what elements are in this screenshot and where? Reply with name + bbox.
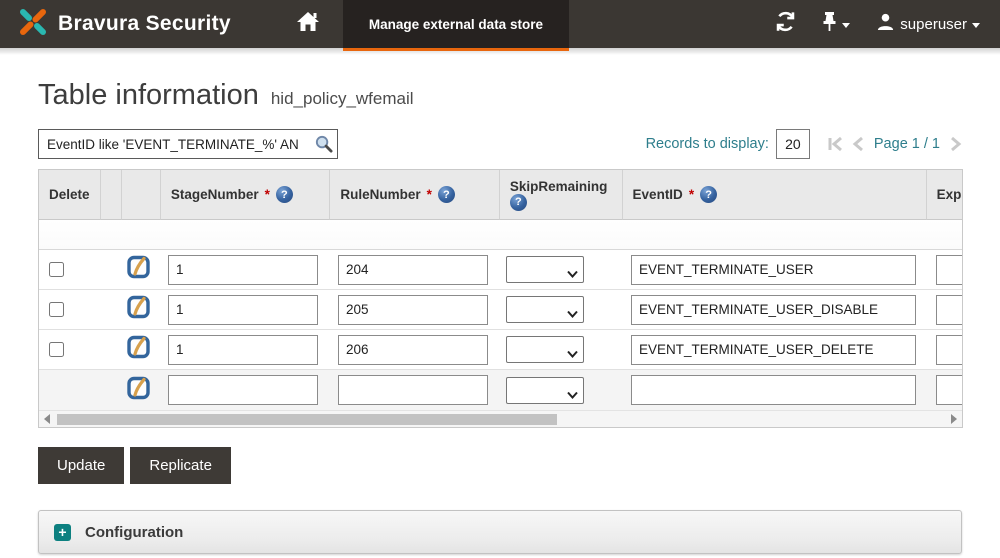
required-marker: * [426,187,432,202]
help-icon[interactable]: ? [700,186,718,203]
header-expr: Expr [926,170,962,220]
brand-name: Bravura Security [58,12,231,35]
rulenumber-input[interactable] [338,294,488,325]
scrollbar-track[interactable] [55,411,946,428]
stagenumber-input[interactable] [168,294,318,325]
header-edit [121,170,161,220]
refresh-icon [775,11,796,37]
delete-checkbox[interactable] [49,342,64,357]
skipremaining-select[interactable] [506,336,584,363]
brand[interactable]: Bravura Security [0,0,231,48]
header-delete: Delete [39,170,101,220]
stagenumber-input[interactable] [168,254,318,285]
configuration-section-header[interactable]: + Configuration [38,510,962,554]
stagenumber-input[interactable] [168,375,318,405]
table-row [39,290,962,330]
help-icon[interactable]: ? [437,186,455,203]
bravura-logo-icon [16,5,50,44]
delete-checkbox[interactable] [49,302,64,317]
header-rulenumber: RuleNumber * ? [330,170,500,220]
chevron-down-icon [972,22,980,28]
username-label: superuser [900,15,967,33]
configuration-label: Configuration [85,523,184,541]
page-title: Table information [38,79,259,111]
table-row [39,330,962,370]
edit-row-icon[interactable] [126,335,151,364]
prev-page-icon[interactable] [852,136,864,152]
help-icon[interactable]: ? [509,193,527,211]
pin-menu[interactable] [822,11,851,37]
required-marker: * [264,187,270,202]
expand-plus-icon[interactable]: + [54,523,71,541]
header-spacer [100,170,122,220]
help-icon[interactable]: ? [275,186,293,203]
expr-input[interactable] [936,375,962,405]
home-tab[interactable] [273,0,343,48]
replicate-button[interactable]: Replicate [130,447,231,484]
user-menu[interactable]: superuser [876,12,980,36]
skipremaining-select[interactable] [506,296,584,323]
home-icon [296,11,320,37]
data-table: Delete StageNumber * ? RuleNumber * ? Sk… [38,169,963,428]
rulenumber-input[interactable] [338,254,488,285]
table-blank-row [39,220,962,250]
eventid-input[interactable] [631,375,916,405]
rulenumber-input[interactable] [338,375,488,405]
scroll-left-arrow[interactable] [39,411,55,428]
edit-row-icon[interactable] [126,295,151,324]
active-tab-label: Manage external data store [368,16,543,32]
stagenumber-input[interactable] [168,334,318,365]
user-icon [876,12,895,36]
table-row [39,250,962,290]
chevron-down-icon [842,22,851,28]
search-icon[interactable] [314,134,333,158]
horizontal-scrollbar[interactable] [39,410,962,427]
scrollbar-thumb[interactable] [57,413,557,425]
header-stagenumber: StageNumber * ? [160,170,331,220]
records-to-display-label: Records to display: [645,136,769,152]
header-skipremaining: SkipRemaining ? [499,170,623,220]
pin-icon [822,11,837,37]
page-subtitle: hid_policy_wfemail [270,89,414,108]
eventid-input[interactable] [631,334,916,365]
table-new-row [39,370,962,410]
update-button[interactable]: Update [38,447,125,484]
eventid-input[interactable] [631,294,916,325]
expr-input[interactable] [936,334,962,365]
skipremaining-select[interactable] [506,376,584,404]
scroll-right-arrow[interactable] [946,411,962,428]
required-marker: * [688,187,695,202]
expr-input[interactable] [936,254,962,285]
edit-row-icon[interactable] [126,255,151,284]
edit-row-icon[interactable] [126,376,151,405]
refresh-button[interactable] [775,11,796,37]
next-page-icon[interactable] [950,136,962,152]
header-eventid: EventID * ? [622,170,927,220]
delete-checkbox[interactable] [49,262,64,277]
records-to-display-input[interactable] [775,129,810,159]
table-header-row: Delete StageNumber * ? RuleNumber * ? Sk… [39,170,962,220]
page-indicator: Page 1 / 1 [873,136,940,152]
rulenumber-input[interactable] [338,334,488,365]
eventid-input[interactable] [631,254,916,285]
top-navbar: Bravura Security Manage external data st… [0,0,1000,51]
expr-input[interactable] [936,294,962,325]
first-page-icon[interactable] [827,136,844,152]
skipremaining-select[interactable] [506,256,584,283]
tab-manage-external-data-store[interactable]: Manage external data store [342,0,569,51]
filter-search-input[interactable] [38,129,338,159]
